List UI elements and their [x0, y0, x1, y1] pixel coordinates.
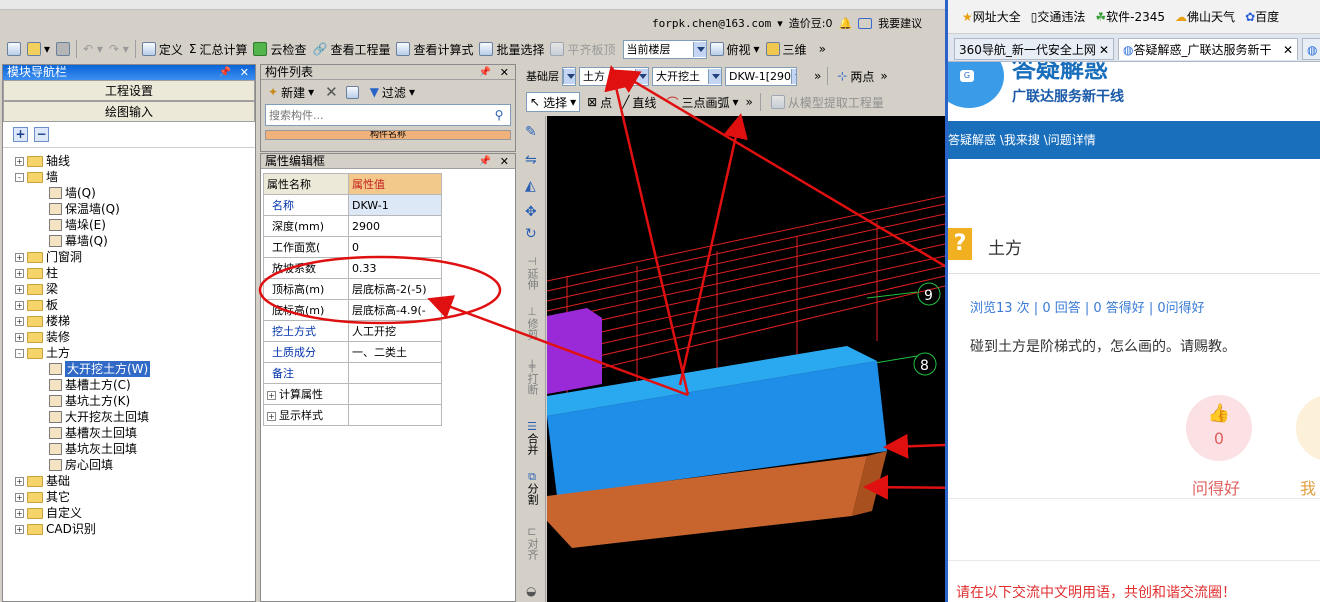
site-icon: ◍ — [1307, 43, 1318, 57]
question-icon: ? — [948, 228, 972, 260]
logo-mascot — [948, 62, 1004, 108]
fav-label: 网址大全 — [972, 10, 1021, 24]
question-stats: 浏览13 次 | 0 回答 | 0 答得好 | 0问得好 — [970, 301, 1205, 316]
baidu-icon: ✿ — [1245, 10, 1256, 24]
close-icon[interactable]: ✕ — [1283, 39, 1293, 60]
site-icon: ☘ — [1095, 10, 1107, 24]
second-action-label: 我 — [1300, 479, 1317, 498]
tab-title: 答疑解惑_广联达服务新干 — [1133, 43, 1272, 57]
logo-title: 答疑解惑 — [1012, 62, 1108, 83]
second-action-button[interactable] — [1296, 395, 1320, 461]
fav-item[interactable]: ▯交通违法 — [1031, 8, 1086, 25]
weather-icon: ☁ — [1175, 10, 1188, 24]
tab-title: 360导航_新一代安全上网 — [959, 43, 1096, 57]
logo-badge-icon: G — [960, 70, 974, 82]
fav-item[interactable]: ★网址大全 — [962, 8, 1021, 25]
thumbs-up-icon: 👍 — [1207, 403, 1231, 424]
gld-app-window: forpk.chen@163.com ▾ 造价豆:0 🔔 我要建议 ▾ ↶ ▾ … — [0, 0, 1100, 602]
logo-subtitle: 广联达服务新干线 — [1012, 89, 1124, 105]
breadcrumb-text[interactable]: 答疑解惑 \我来搜 \问题详情 — [948, 133, 1096, 147]
annotation-arrow — [427, 295, 689, 397]
annotation-arrow — [678, 113, 748, 386]
close-icon[interactable]: ✕ — [1099, 39, 1109, 59]
breadcrumb: 答疑解惑 \我来搜 \问题详情 — [948, 121, 1320, 159]
browser-window: ★网址大全 ▯交通违法 ☘软件-2345 ☁佛山天气 ✿百度 360导航_新一代… — [945, 0, 1320, 602]
question-body: 碰到土方是阶梯式的，怎么画的。请赐教。 — [970, 339, 1236, 355]
fav-item[interactable]: ☁佛山天气 — [1175, 8, 1235, 25]
fav-label: 交通违法 — [1037, 10, 1086, 24]
site-header: G 答疑解惑 广联达服务新干线 — [948, 62, 1320, 121]
divider — [948, 498, 1320, 499]
browser-tab[interactable]: 360导航_新一代安全上网 ✕ — [954, 38, 1114, 60]
question-title: 土方 — [988, 239, 1022, 259]
fav-label: 软件-2345 — [1106, 10, 1166, 24]
fav-label: 百度 — [1255, 10, 1280, 24]
browser-tab-active[interactable]: ◍答疑解惑_广联达服务新干 ✕ — [1118, 38, 1298, 60]
like-label: 问得好 — [1192, 479, 1241, 498]
fav-item[interactable]: ☘软件-2345 — [1095, 8, 1165, 25]
browser-tab[interactable]: ◍ — [1302, 38, 1320, 60]
site-icon: ◍ — [1123, 43, 1134, 57]
divider — [948, 273, 1320, 274]
fav-label: 佛山天气 — [1187, 10, 1236, 24]
like-button[interactable]: 👍 0 — [1186, 395, 1252, 461]
annotation-arrow — [604, 65, 690, 396]
favorites-bar: ★网址大全 ▯交通违法 ☘软件-2345 ☁佛山天气 ✿百度 — [948, 0, 1320, 34]
notice-text: 请在以下交流中文明用语，共创和谐交流圈！ — [956, 585, 1236, 601]
divider — [948, 560, 1320, 561]
fav-item[interactable]: ✿百度 — [1245, 8, 1279, 25]
like-count: 0 — [1213, 429, 1225, 448]
star-icon: ★ — [962, 10, 973, 24]
